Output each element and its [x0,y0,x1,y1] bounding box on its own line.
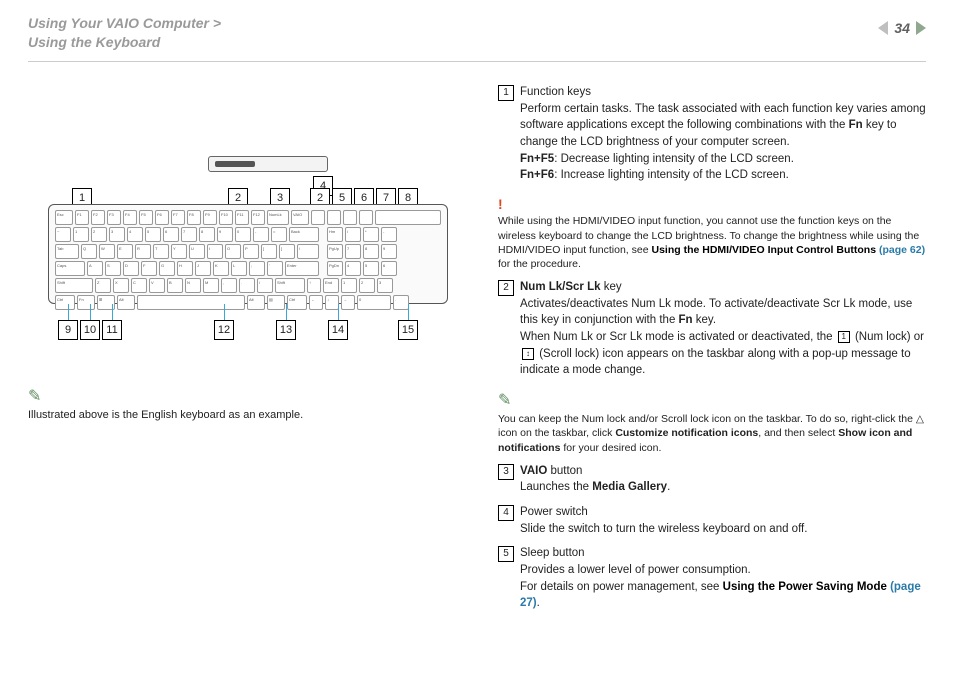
warning-body: While using the HDMI/VIDEO input functio… [498,214,926,271]
leader [224,304,225,320]
callout-14: 14 [328,320,348,340]
item-numlk: 2 Num Lk/Scr Lk key Activates/deactivate… [498,279,926,379]
item-function-keys: 1 Function keys Perform certain tasks. T… [498,84,926,184]
scrolllock-icon: ↕ [522,348,534,360]
callout-ref-3: 3 [498,464,514,480]
callout-13: 13 [276,320,296,340]
leader [112,304,113,320]
callout-12: 12 [214,320,234,340]
callout-10: 10 [80,320,100,340]
item-power-switch: 4 Power switch Slide the switch to turn … [498,504,926,537]
next-page-icon[interactable] [916,21,926,35]
breadcrumb: Using Your VAIO Computer > Using the Key… [28,14,221,52]
tip-body: You can keep the Num lock and/or Scroll … [498,412,926,455]
callout-ref-4: 4 [498,505,514,521]
callout-ref-5: 5 [498,546,514,562]
pencil-icon: ✎ [28,388,41,405]
keyboard-illustration: Esc F1F2 F3F4 F5F6 F7F8 F9F10 F11F12 Num… [48,204,448,304]
callout-ref-1: 1 [498,85,514,101]
breadcrumb-line1: Using Your VAIO Computer > [28,14,221,33]
callout-11: 11 [102,320,122,340]
pencil-icon: ✎ [498,389,511,412]
prev-page-icon[interactable] [878,21,888,35]
page-nav: 34 [878,20,926,36]
leader [338,304,339,320]
numlock-icon: 1 [838,331,850,343]
item-vaio-button: 3 VAIO button Launches the Media Gallery… [498,463,926,496]
left-column: 4 1 2 3 2 5 6 7 8 Esc F1F2 F3 [28,76,468,664]
breadcrumb-line2: Using the Keyboard [28,33,221,52]
illustration-note: ✎ Illustrated above is the English keybo… [28,386,468,424]
right-column: 1 Function keys Perform certain tasks. T… [498,76,926,664]
keyboard-diagram: 4 1 2 3 2 5 6 7 8 Esc F1F2 F3 [38,116,458,366]
callout-9: 9 [58,320,78,340]
leader [90,304,91,320]
callout-15: 15 [398,320,418,340]
leader [68,304,69,320]
leader [408,304,409,320]
item-sleep-button: 5 Sleep button Provides a lower level of… [498,545,926,612]
callout-ref-2: 2 [498,280,514,296]
item1-title: Function keys [520,86,591,98]
warning-icon: ! [498,194,503,214]
tip-note: ✎ [498,389,926,412]
page-header: Using Your VAIO Computer > Using the Key… [28,14,926,62]
page-number: 34 [894,20,910,36]
power-switch-illustration [208,156,328,172]
leader [286,304,287,320]
warning-note: ! [498,194,926,214]
